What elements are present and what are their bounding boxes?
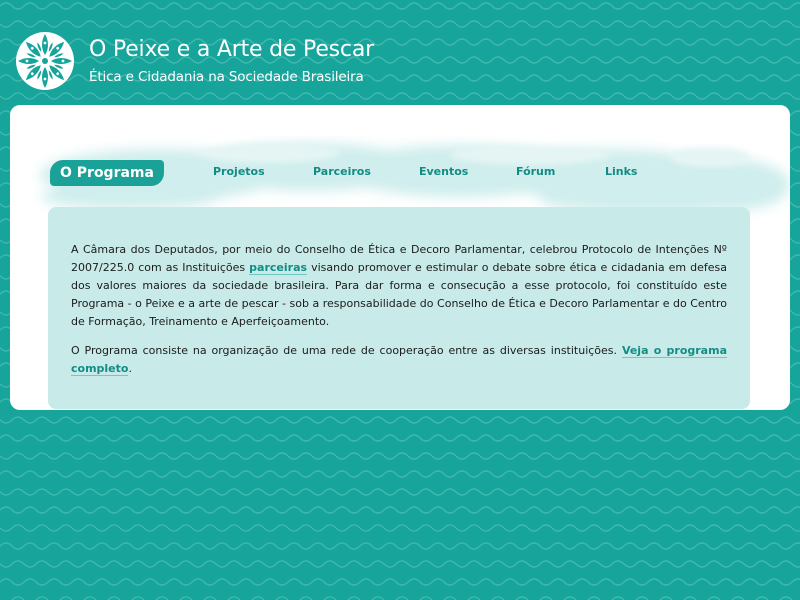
site-subtitle: Ética e Cidadania na Sociedade Brasileir… xyxy=(89,69,364,85)
site-header: O Peixe e a Arte de Pescar Ética e Cidad… xyxy=(0,0,800,100)
program-text-end: . xyxy=(128,362,132,375)
nav-item-links[interactable]: Links xyxy=(605,165,637,178)
nav-item-o-programa[interactable]: O Programa xyxy=(50,160,164,186)
wave-line xyxy=(0,434,800,442)
wave-line xyxy=(0,506,800,514)
wave-line xyxy=(0,524,800,532)
nav-item-parceiros[interactable]: Parceiros xyxy=(313,165,371,178)
nav-item-forum[interactable]: Fórum xyxy=(516,165,555,178)
program-description-box: A Câmara dos Deputados, por meio do Cons… xyxy=(48,207,750,409)
wave-line xyxy=(0,470,800,478)
wave-line xyxy=(0,416,800,424)
wave-line xyxy=(0,488,800,496)
nav-item-projetos[interactable]: Projetos xyxy=(213,165,265,178)
wave-line xyxy=(0,452,800,460)
content-panel: O Programa Projetos Parceiros Eventos Fó… xyxy=(10,105,790,410)
parceiras-link[interactable]: parceiras xyxy=(249,261,308,275)
wave-line xyxy=(0,542,800,550)
site-title: O Peixe e a Arte de Pescar xyxy=(89,37,374,62)
program-paragraph: O Programa consiste na organização de um… xyxy=(71,342,727,378)
nav-item-eventos[interactable]: Eventos xyxy=(419,165,468,178)
wave-line xyxy=(0,560,800,568)
fish-rosette-icon[interactable] xyxy=(15,31,75,91)
program-text: O Programa consiste na organização de um… xyxy=(71,344,622,357)
intro-paragraph: A Câmara dos Deputados, por meio do Cons… xyxy=(71,241,727,331)
wave-line xyxy=(0,578,800,586)
